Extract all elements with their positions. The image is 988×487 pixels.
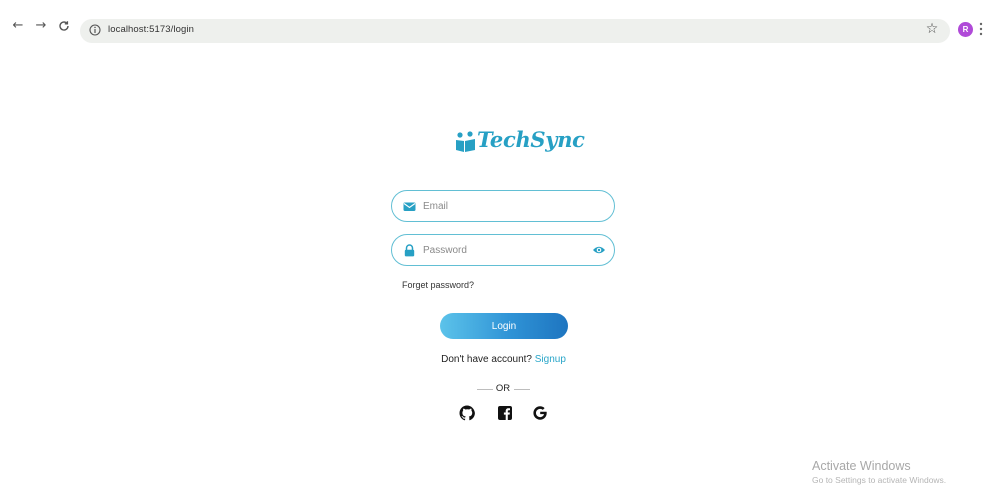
browser-toolbar: ← → localhost:5173/login ☆ R xyxy=(0,8,988,43)
facebook-icon[interactable] xyxy=(497,405,513,421)
bookmark-star-icon[interactable]: ☆ xyxy=(924,21,940,37)
forget-password-link[interactable]: Forget password? xyxy=(402,280,474,290)
techsync-logo-icon xyxy=(456,131,475,152)
email-field[interactable] xyxy=(391,190,615,222)
profile-avatar[interactable]: R xyxy=(958,22,973,37)
lock-icon xyxy=(404,244,415,257)
password-input[interactable] xyxy=(423,240,583,260)
logo-text: TechSync xyxy=(477,127,585,152)
email-input[interactable] xyxy=(423,196,583,216)
envelope-icon xyxy=(403,202,416,211)
signup-prompt: Don't have account? Signup xyxy=(0,354,988,365)
no-account-text: Don't have account? xyxy=(441,354,532,365)
password-field[interactable] xyxy=(391,234,615,266)
reload-icon[interactable] xyxy=(56,18,72,34)
login-button[interactable]: Login xyxy=(440,313,568,339)
address-bar[interactable]: localhost:5173/login xyxy=(80,19,950,43)
arrow-right-icon[interactable]: → xyxy=(33,18,49,34)
or-divider: OR xyxy=(473,382,533,396)
github-icon[interactable] xyxy=(459,405,475,421)
more-menu-icon[interactable] xyxy=(978,21,984,37)
google-icon[interactable] xyxy=(532,405,548,421)
arrow-left-icon[interactable]: ← xyxy=(10,18,26,34)
eye-icon[interactable] xyxy=(592,244,606,256)
site-info-icon[interactable] xyxy=(89,24,101,36)
divider-line xyxy=(514,389,530,390)
watermark-subtitle: Go to Settings to activate Windows. xyxy=(812,475,947,485)
url-text[interactable]: localhost:5173/login xyxy=(108,24,194,35)
watermark-title: Activate Windows xyxy=(812,459,911,473)
activate-windows-watermark: Activate Windows Go to Settings to activ… xyxy=(812,459,946,485)
signup-link[interactable]: Signup xyxy=(535,354,566,365)
